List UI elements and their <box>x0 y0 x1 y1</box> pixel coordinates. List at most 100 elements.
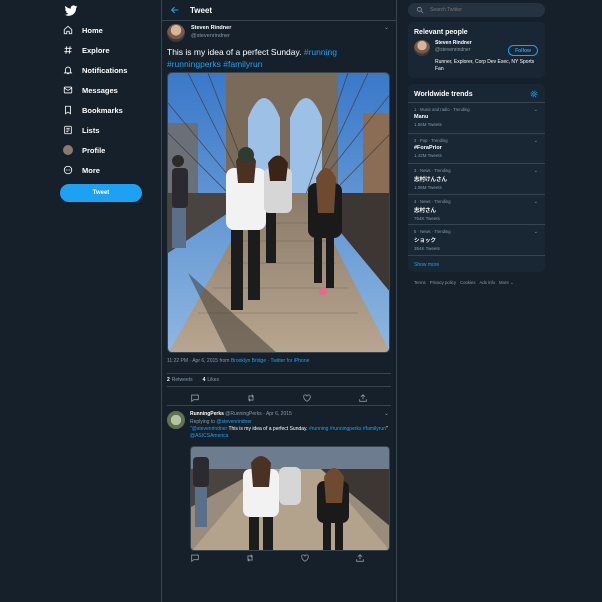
author-avatar[interactable] <box>167 24 185 42</box>
trend-count: 1.42M Tweets <box>414 152 442 158</box>
relevant-person-bio: Runner, Explorer, Corp Dev Exec, NY Spor… <box>435 59 535 72</box>
hashtag-running[interactable]: #running <box>304 47 337 57</box>
reply-reply-icon[interactable] <box>190 553 200 563</box>
nav-item-home[interactable]: Home <box>62 22 103 38</box>
search-icon <box>416 6 424 14</box>
share-icon[interactable] <box>358 393 368 403</box>
reply-mention[interactable]: "@stevenrindner <box>190 426 227 432</box>
trend-item[interactable]: 2 · Pop · Trending #ForaPrior 1.42M Tweets… <box>408 132 545 164</box>
hashtag-familyrun[interactable]: #familyrun <box>223 59 262 69</box>
search-input[interactable] <box>430 7 530 13</box>
nav-item-explore[interactable]: Explore <box>62 42 110 58</box>
footer-links: Terms Privacy policy Cookies Ads info Mo… <box>414 280 514 286</box>
nav-label-profile: Profile <box>82 145 106 155</box>
reply-photo[interactable] <box>190 446 390 551</box>
nav-item-bookmarks[interactable]: Bookmarks <box>62 102 123 118</box>
nav-item-messages[interactable]: Messages <box>62 82 118 98</box>
chevron-down-icon[interactable]: ⌄ <box>534 168 538 174</box>
reply-hashtag-runningperks[interactable]: #runningperks <box>330 426 362 432</box>
like-heart-icon[interactable] <box>302 393 312 403</box>
chevron-down-icon[interactable]: ⌄ <box>534 107 538 113</box>
search-box[interactable] <box>408 3 545 17</box>
replying-to: Replying to @stevenrindner <box>190 419 252 425</box>
chevron-down-icon[interactable]: ⌄ <box>534 229 538 235</box>
bridge-runners-image <box>168 73 389 352</box>
tweet-client-link[interactable]: Twitter for iPhone <box>270 358 309 364</box>
footer-more-link[interactable]: More ⌄ <box>499 280 514 286</box>
relevant-person-username[interactable]: @stevenrindner <box>435 47 472 54</box>
tweet-timestamp: 11:22 PM · Apr 6, 2015 from <box>167 358 231 364</box>
tweet-counts: 2 Retweets 4 Likes <box>167 373 391 387</box>
bookmark-icon <box>62 104 74 116</box>
hashtag-runningperks[interactable]: #runningperks <box>167 59 221 69</box>
footer-terms-link[interactable]: Terms <box>414 280 426 286</box>
footer-cookies-link[interactable]: Cookies <box>460 280 476 286</box>
nav-item-lists[interactable]: Lists <box>62 122 100 138</box>
trend-item[interactable]: 3 · News · Trending 志村けんさん 1.06M Tweets ⌄ <box>408 163 545 194</box>
reply-retweet-icon[interactable] <box>245 553 255 563</box>
nav-item-notifications[interactable]: Notifications <box>62 62 127 78</box>
reply-hashtag-running[interactable]: #running <box>309 426 328 432</box>
reply-text-plain: This is my idea of a perfect Sunday. <box>227 426 309 432</box>
footer-privacy-link[interactable]: Privacy policy <box>430 280 456 286</box>
tweet-author[interactable]: Steven Rindner @stevenrindner <box>167 24 231 42</box>
nav-item-profile[interactable]: Profile <box>62 142 105 158</box>
author-display-name[interactable]: Steven Rindner <box>191 24 231 32</box>
relevant-person-avatar[interactable] <box>414 40 430 56</box>
page-header: Tweet <box>162 0 396 21</box>
retweets-label: Retweets <box>171 377 193 383</box>
follow-button[interactable]: Follow <box>508 45 538 56</box>
more-circle-icon <box>62 164 74 176</box>
reply-actions <box>190 552 365 564</box>
trend-item[interactable]: 5 · News · Trending ショック 354K Tweets ⌄ <box>408 224 545 255</box>
reply-icon[interactable] <box>190 393 200 403</box>
nav-label-more: More <box>82 165 100 175</box>
replying-to-handle[interactable]: @stevenrindner <box>216 419 251 425</box>
page-title: Tweet <box>190 5 213 15</box>
trends-panel: Worldwide trends 1 · Music and radio · T… <box>408 84 545 272</box>
bell-icon <box>62 64 74 76</box>
retweets-count[interactable]: 2 Retweets <box>167 377 193 383</box>
reply-header: RunningPerks @RunningPerks · Apr 6, 2015 <box>190 411 292 417</box>
relevant-people-panel: Relevant people Steven Rindner @stevenri… <box>408 22 545 78</box>
tweet-location-link[interactable]: Brooklyn Bridge <box>231 358 266 364</box>
reply-share-icon[interactable] <box>355 553 365 563</box>
chevron-down-icon[interactable]: ⌄ <box>534 199 538 205</box>
reply-suffix: " <box>385 426 388 432</box>
trend-item[interactable]: 1 · Music and radio · Trending Manu 1.56M … <box>408 102 545 133</box>
show-more-link[interactable]: Show more <box>408 254 545 274</box>
replying-to-label: Replying to <box>190 419 217 425</box>
nav-label-bookmarks: Bookmarks <box>82 105 123 115</box>
nav-item-more[interactable]: More <box>62 162 100 178</box>
reply-mention-asics[interactable]: @ASICSAmerica <box>190 433 228 439</box>
nav-label-lists: Lists <box>82 125 100 135</box>
trend-name: 志村さん <box>414 207 437 214</box>
envelope-icon <box>62 84 74 96</box>
settings-gear-icon[interactable] <box>530 90 538 98</box>
footer-ads-link[interactable]: Ads info <box>480 280 496 286</box>
tweet-photo[interactable] <box>167 72 390 353</box>
tweet-button[interactable]: Tweet <box>60 184 142 202</box>
relevant-person-name[interactable]: Steven Rindner <box>435 40 472 47</box>
reply-menu-chevron-icon[interactable]: ⌄ <box>384 410 389 417</box>
tweet-meta: 11:22 PM · Apr 6, 2015 from Brooklyn Bri… <box>167 358 309 364</box>
reply-text: "@stevenrindner This is my idea of a per… <box>190 426 390 440</box>
tweet-text: This is my idea of a perfect Sunday. #ru… <box>167 47 389 70</box>
likes-count[interactable]: 4 Likes <box>203 377 219 383</box>
avatar-icon <box>62 144 74 156</box>
likes-label: Likes <box>207 377 220 383</box>
retweet-icon[interactable] <box>246 393 256 403</box>
tweet-menu-chevron-icon[interactable]: ⌄ <box>384 24 389 31</box>
tweet-actions <box>167 390 391 406</box>
trend-name: 志村けんさん <box>414 177 448 183</box>
trend-item[interactable]: 4 · News · Trending 志村さん 764K Tweets ⌄ <box>408 193 545 225</box>
reply-bridge-runners-image <box>191 447 389 550</box>
reply-hashtag-familyrun[interactable]: #familyrun <box>363 426 386 432</box>
author-username[interactable]: @stevenrindner <box>191 32 231 40</box>
back-arrow-icon[interactable] <box>170 5 180 15</box>
chevron-down-icon[interactable]: ⌄ <box>534 138 538 144</box>
reply-author-avatar[interactable] <box>167 411 185 429</box>
twitter-logo-icon[interactable] <box>64 4 78 18</box>
reply-like-heart-icon[interactable] <box>300 553 310 563</box>
reply-display-name[interactable]: RunningPerks <box>190 411 224 417</box>
